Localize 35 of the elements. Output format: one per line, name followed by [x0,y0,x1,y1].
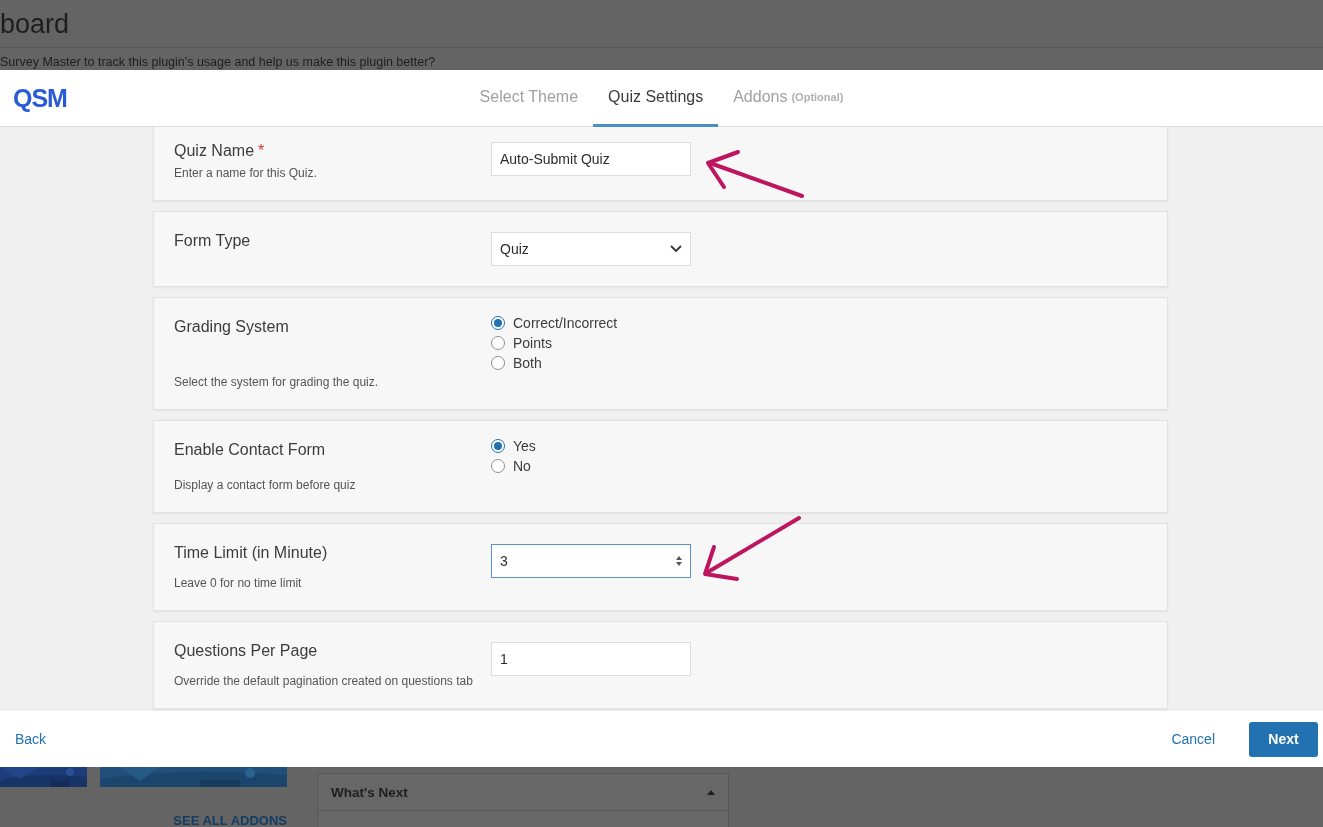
cancel-link[interactable]: Cancel [1171,731,1215,747]
back-link[interactable]: Back [15,731,47,747]
setting-description: Enter a name for this Quiz. [174,166,318,180]
collapse-icon[interactable] [707,789,715,795]
setting-label: Time Limit (in Minute) [174,544,329,562]
text-input[interactable]: 1 [491,642,691,676]
setting-label: Enable Contact Form [174,441,327,459]
radio-button[interactable] [491,316,505,330]
text-input[interactable]: Auto-Submit Quiz [491,142,691,176]
next-button[interactable]: Next [1249,721,1318,757]
setting-description: Override the default pagination created on questions tab [174,674,474,688]
radio-label: Correct/Incorrect [513,315,618,331]
setting-description: Leave 0 for no time limit [174,576,303,590]
radio-button[interactable] [491,439,505,453]
panel-title: What's Next [331,784,408,800]
radio-button[interactable] [491,336,505,350]
radio-label: Points [513,335,552,351]
notice-text: Survey Master to track this plugin's usage and help us make this plugin better? [0,55,437,69]
logo: QSM [13,83,67,113]
setting-label: Questions Per Page [174,642,319,660]
setting-label: Quiz Name * [174,142,266,160]
page-title: board [0,0,1323,48]
number-input[interactable]: 3 [491,544,691,578]
radio-button[interactable] [491,459,505,473]
radio-label: Yes [513,438,536,454]
setting-label: Grading System [174,318,290,336]
radio-label: No [513,458,531,474]
chevron-down-icon [670,245,682,253]
setting-description: Display a contact form before quiz [174,478,357,492]
radio-label: Both [513,355,542,371]
radio-button[interactable] [491,356,505,370]
setting-label: Form Type [174,232,252,250]
select-dropdown[interactable]: Quiz [491,232,691,266]
setting-description: Select the system for grading the quiz. [174,375,380,389]
spinner-icon[interactable] [675,555,683,567]
